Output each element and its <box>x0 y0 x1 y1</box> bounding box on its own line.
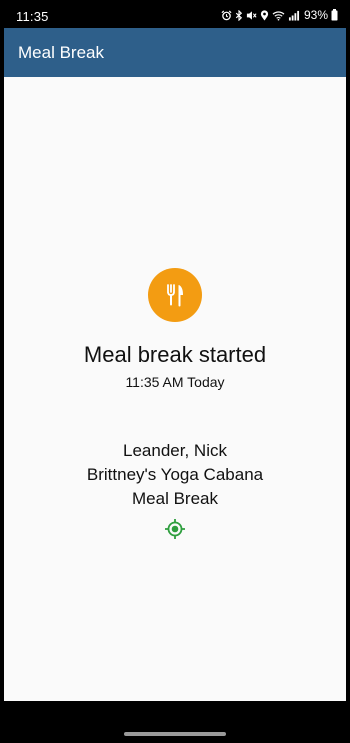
signal-icon <box>288 10 300 21</box>
wifi-icon <box>272 10 285 21</box>
location-name: Brittney's Yoga Cabana <box>86 465 264 484</box>
home-gesture-handle[interactable] <box>124 732 226 736</box>
main-content: Meal break started 11:35 AM Today Leande… <box>4 77 346 701</box>
bluetooth-icon <box>235 9 243 21</box>
location-pin-icon <box>260 9 269 20</box>
break-status-title: Meal break started <box>83 342 267 367</box>
app-title: Meal Break <box>18 43 104 62</box>
break-type: Meal Break <box>132 489 218 508</box>
break-start-time: 11:35 AM Today <box>125 374 225 390</box>
alarm-icon <box>221 9 232 20</box>
battery-icon <box>331 9 338 21</box>
mute-icon <box>246 10 257 20</box>
employee-name: Leander, Nick <box>123 441 227 460</box>
phone-screen: 11:35 93% Meal Break Meal break started … <box>0 0 350 743</box>
system-nav-bar <box>0 701 350 743</box>
status-time: 11:35 <box>16 9 49 24</box>
battery-percent: 93% <box>303 8 328 22</box>
status-icons: 93% <box>221 8 338 22</box>
fork-knife-icon <box>148 268 202 322</box>
status-bar: 11:35 93% <box>0 0 350 28</box>
app-bar: Meal Break <box>4 28 346 77</box>
gps-target-icon[interactable] <box>164 518 186 540</box>
